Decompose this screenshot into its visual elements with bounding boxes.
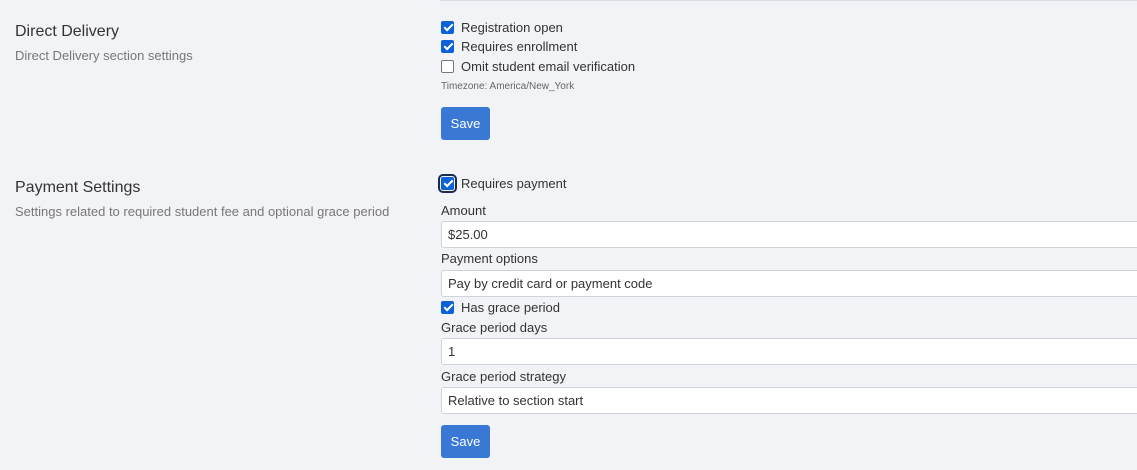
grace-strategy-label: Grace period strategy bbox=[441, 369, 567, 384]
grace-days-label: Grace period days bbox=[441, 320, 548, 335]
section-title: Direct Delivery bbox=[15, 23, 120, 40]
payment-options-select[interactable]: Pay by credit card or payment code bbox=[441, 270, 1137, 297]
amount-label: Amount bbox=[441, 203, 486, 218]
payment-settings-header: Payment Settings Settings related to req… bbox=[15, 178, 389, 220]
payment-settings-save-button[interactable]: Save bbox=[441, 425, 490, 458]
amount-input[interactable]: $25.00 bbox=[441, 221, 1137, 248]
grace-strategy-value: Relative to section start bbox=[448, 393, 584, 408]
requires-payment-checkbox-row[interactable]: Requires payment bbox=[438, 173, 567, 193]
grace-days-input[interactable]: 1 bbox=[441, 338, 1137, 365]
direct-delivery-header: Direct Delivery Direct Delivery section … bbox=[15, 22, 193, 64]
section-title: Payment Settings bbox=[15, 179, 141, 196]
grace-strategy-select[interactable]: Relative to section start bbox=[441, 387, 1137, 414]
grace-period-checkbox[interactable] bbox=[441, 300, 454, 314]
requires-payment-checkbox[interactable] bbox=[438, 173, 457, 193]
payment-options-label: Payment options bbox=[441, 251, 538, 266]
direct-delivery-save-button[interactable]: Save bbox=[441, 107, 490, 140]
checkbox-label: Requires payment bbox=[461, 175, 567, 191]
grace-period-checkbox-row[interactable]: Has grace period bbox=[441, 298, 560, 316]
omit-email-verification-checkbox-row[interactable]: Omit student email verification bbox=[441, 57, 635, 75]
requires-enrollment-checkbox-row[interactable]: Requires enrollment bbox=[441, 37, 577, 55]
registration-open-checkbox[interactable] bbox=[441, 20, 454, 34]
checkbox-label: Omit student email verification bbox=[461, 58, 636, 74]
payment-options-value: Pay by credit card or payment code bbox=[448, 276, 653, 291]
section-divider bbox=[440, 0, 1137, 1]
requires-enrollment-checkbox[interactable] bbox=[441, 39, 454, 53]
section-description: Direct Delivery section settings bbox=[15, 48, 193, 63]
registration-open-checkbox-row[interactable]: Registration open bbox=[441, 18, 563, 36]
section-description: Settings related to required student fee… bbox=[15, 204, 390, 219]
checkbox-label: Requires enrollment bbox=[461, 38, 578, 54]
grace-days-value: 1 bbox=[448, 344, 456, 359]
amount-value: $25.00 bbox=[448, 227, 488, 242]
checkbox-label: Registration open bbox=[461, 19, 563, 35]
timezone-text: Timezone: America/New_York bbox=[441, 81, 575, 92]
checkbox-label: Has grace period bbox=[461, 299, 560, 315]
omit-email-verification-checkbox[interactable] bbox=[441, 59, 454, 73]
